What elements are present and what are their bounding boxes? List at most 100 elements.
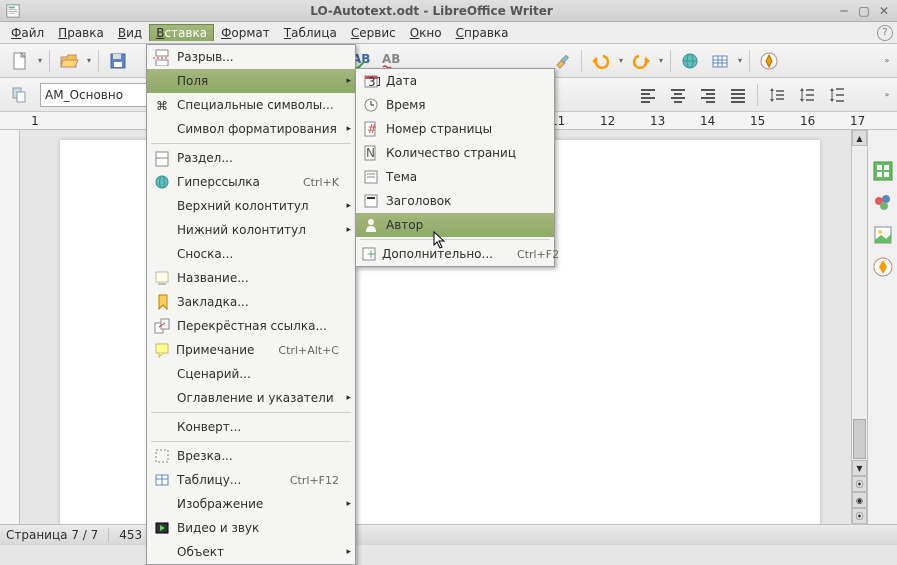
fields-menu-item-8[interactable]: +Дополнительно...Ctrl+F2	[356, 242, 554, 266]
scroll-down-button[interactable]: ▼	[852, 460, 867, 476]
navigator-button[interactable]	[755, 47, 783, 75]
nav-button[interactable]: ◉	[852, 492, 867, 508]
special-char-icon: ⌘	[151, 95, 173, 115]
prev-page-button[interactable]: ⦿	[852, 476, 867, 492]
insert-menu-item-20[interactable]: Таблицу...Ctrl+F12	[147, 468, 355, 492]
insert-menu-divider	[151, 412, 351, 413]
line-spacing-1-button[interactable]	[763, 81, 791, 109]
align-left-button[interactable]	[634, 81, 662, 109]
status-page[interactable]: Страница 7 / 7	[6, 528, 109, 542]
insert-menu-item-23[interactable]: Объект▸	[147, 540, 355, 564]
line-spacing-2-button[interactable]	[823, 81, 851, 109]
insert-menu-item-1[interactable]: Поля▸	[147, 69, 355, 93]
new-doc-button[interactable]	[6, 47, 34, 75]
insert-menu-label: Поля	[177, 74, 339, 88]
insert-menu-item-8[interactable]: Нижний колонтитул▸	[147, 218, 355, 242]
align-justify-button[interactable]	[724, 81, 752, 109]
ruler-vertical[interactable]	[0, 130, 20, 524]
insert-menu-label: Оглавление и указатели	[177, 391, 339, 405]
fields-menu-item-6[interactable]: Автор	[356, 213, 554, 237]
insert-menu-item-12[interactable]: Перекрёстная ссылка...	[147, 314, 355, 338]
insert-menu-item-15[interactable]: Оглавление и указатели ▸	[147, 386, 355, 410]
menu-правка[interactable]: Правка	[51, 24, 111, 42]
menu-вставка[interactable]: Вставка	[149, 24, 214, 41]
insert-menu-item-7[interactable]: Верхний колонтитул▸	[147, 194, 355, 218]
fields-menu-item-0[interactable]: 31Дата	[356, 69, 554, 93]
author-icon	[360, 215, 382, 235]
insert-menu-item-17[interactable]: Конверт...	[147, 415, 355, 439]
insert-menu-item-3[interactable]: Символ форматирования▸	[147, 117, 355, 141]
open-dropdown[interactable]: ▾	[85, 56, 93, 65]
redo-button[interactable]	[627, 47, 655, 75]
submenu-arrow-icon: ▸	[346, 547, 351, 557]
svg-text:ABC: ABC	[382, 52, 400, 66]
undo-button[interactable]	[587, 47, 615, 75]
blank-icon	[151, 220, 173, 240]
insert-menu-item-10: Название...	[147, 266, 355, 290]
line-spacing-15-button[interactable]	[793, 81, 821, 109]
insert-menu-shortcut: Ctrl+K	[303, 176, 339, 189]
new-doc-dropdown[interactable]: ▾	[36, 56, 44, 65]
insert-menu-item-21[interactable]: Изображение▸	[147, 492, 355, 516]
properties-panel-icon[interactable]	[872, 160, 894, 182]
styles-button[interactable]	[6, 81, 34, 109]
insert-menu-item-22[interactable]: Видео и звук	[147, 516, 355, 540]
insert-menu-item-9[interactable]: Сноска...	[147, 242, 355, 266]
undo-dropdown[interactable]: ▾	[617, 56, 625, 65]
minimize-button[interactable]: ─	[837, 4, 851, 18]
submenu-arrow-icon: ▸	[346, 499, 351, 509]
menu-справка[interactable]: Справка	[449, 24, 516, 42]
blank-icon	[151, 542, 173, 562]
insert-menu-dropdown: Разрыв...Поля▸⌘Специальные символы...Сим…	[146, 44, 356, 565]
menu-таблица[interactable]: Таблица	[277, 24, 344, 42]
menu-вид[interactable]: Вид	[111, 24, 149, 42]
align-center-button[interactable]	[664, 81, 692, 109]
insert-menu-item-6[interactable]: ГиперссылкаCtrl+K	[147, 170, 355, 194]
gallery-panel-icon[interactable]	[872, 224, 894, 246]
scroll-thumb[interactable]	[853, 419, 866, 459]
insert-menu-label: Видео и звук	[177, 521, 339, 535]
submenu-arrow-icon: ▸	[346, 124, 351, 134]
menu-файл[interactable]: Файл	[4, 24, 51, 42]
save-button[interactable]	[104, 47, 132, 75]
styles-panel-icon[interactable]	[872, 192, 894, 214]
menu-окно[interactable]: Окно	[403, 24, 449, 42]
insert-menu-item-2[interactable]: ⌘Специальные символы...	[147, 93, 355, 117]
scroll-up-button[interactable]: ▲	[852, 130, 867, 146]
submenu-arrow-icon: ▸	[346, 201, 351, 211]
insert-menu-item-13[interactable]: ПримечаниеCtrl+Alt+C	[147, 338, 355, 362]
fields-menu-item-4[interactable]: Тема	[356, 165, 554, 189]
help-icon[interactable]: ?	[877, 25, 893, 41]
insert-menu-label: Примечание	[176, 343, 254, 357]
submenu-arrow-icon: ▸	[346, 393, 351, 403]
menu-формат[interactable]: Формат	[214, 24, 277, 42]
toolbar-more[interactable]: »	[883, 56, 891, 65]
insert-menu-item-11[interactable]: Закладка...	[147, 290, 355, 314]
menu-сервис[interactable]: Сервис	[344, 24, 403, 42]
fields-menu-item-2[interactable]: #Номер страницы	[356, 117, 554, 141]
insert-menu-item-0[interactable]: Разрыв...	[147, 45, 355, 69]
toolbar2-more[interactable]: »	[883, 90, 891, 99]
insert-menu-item-19[interactable]: Врезка...	[147, 444, 355, 468]
fields-menu-item-1[interactable]: Время	[356, 93, 554, 117]
insert-menu-label: Нижний колонтитул	[177, 223, 339, 237]
open-button[interactable]	[55, 47, 83, 75]
fields-menu-item-3[interactable]: NКоличество страниц	[356, 141, 554, 165]
close-button[interactable]: ✕	[877, 4, 891, 18]
table-dropdown[interactable]: ▾	[736, 56, 744, 65]
insert-menu-item-14[interactable]: Сценарий...	[147, 362, 355, 386]
ruler-mark: 13	[650, 114, 660, 128]
redo-dropdown[interactable]: ▾	[657, 56, 665, 65]
scrollbar-vertical[interactable]: ▲ ▼ ⦿ ◉ ⦿	[851, 130, 867, 524]
hyperlink-toolbar-button[interactable]	[676, 47, 704, 75]
insert-menu-item-5[interactable]: Раздел...	[147, 146, 355, 170]
navigator-panel-icon[interactable]	[872, 256, 894, 278]
next-page-button[interactable]: ⦿	[852, 508, 867, 524]
caption-icon	[151, 268, 173, 288]
align-right-button[interactable]	[694, 81, 722, 109]
table-toolbar-button[interactable]	[706, 47, 734, 75]
fields-menu-label: Время	[386, 98, 538, 112]
paragraph-style-combo[interactable]: AM_Основно	[40, 83, 150, 107]
maximize-button[interactable]: ▢	[857, 4, 871, 18]
fields-menu-item-5[interactable]: Заголовок	[356, 189, 554, 213]
